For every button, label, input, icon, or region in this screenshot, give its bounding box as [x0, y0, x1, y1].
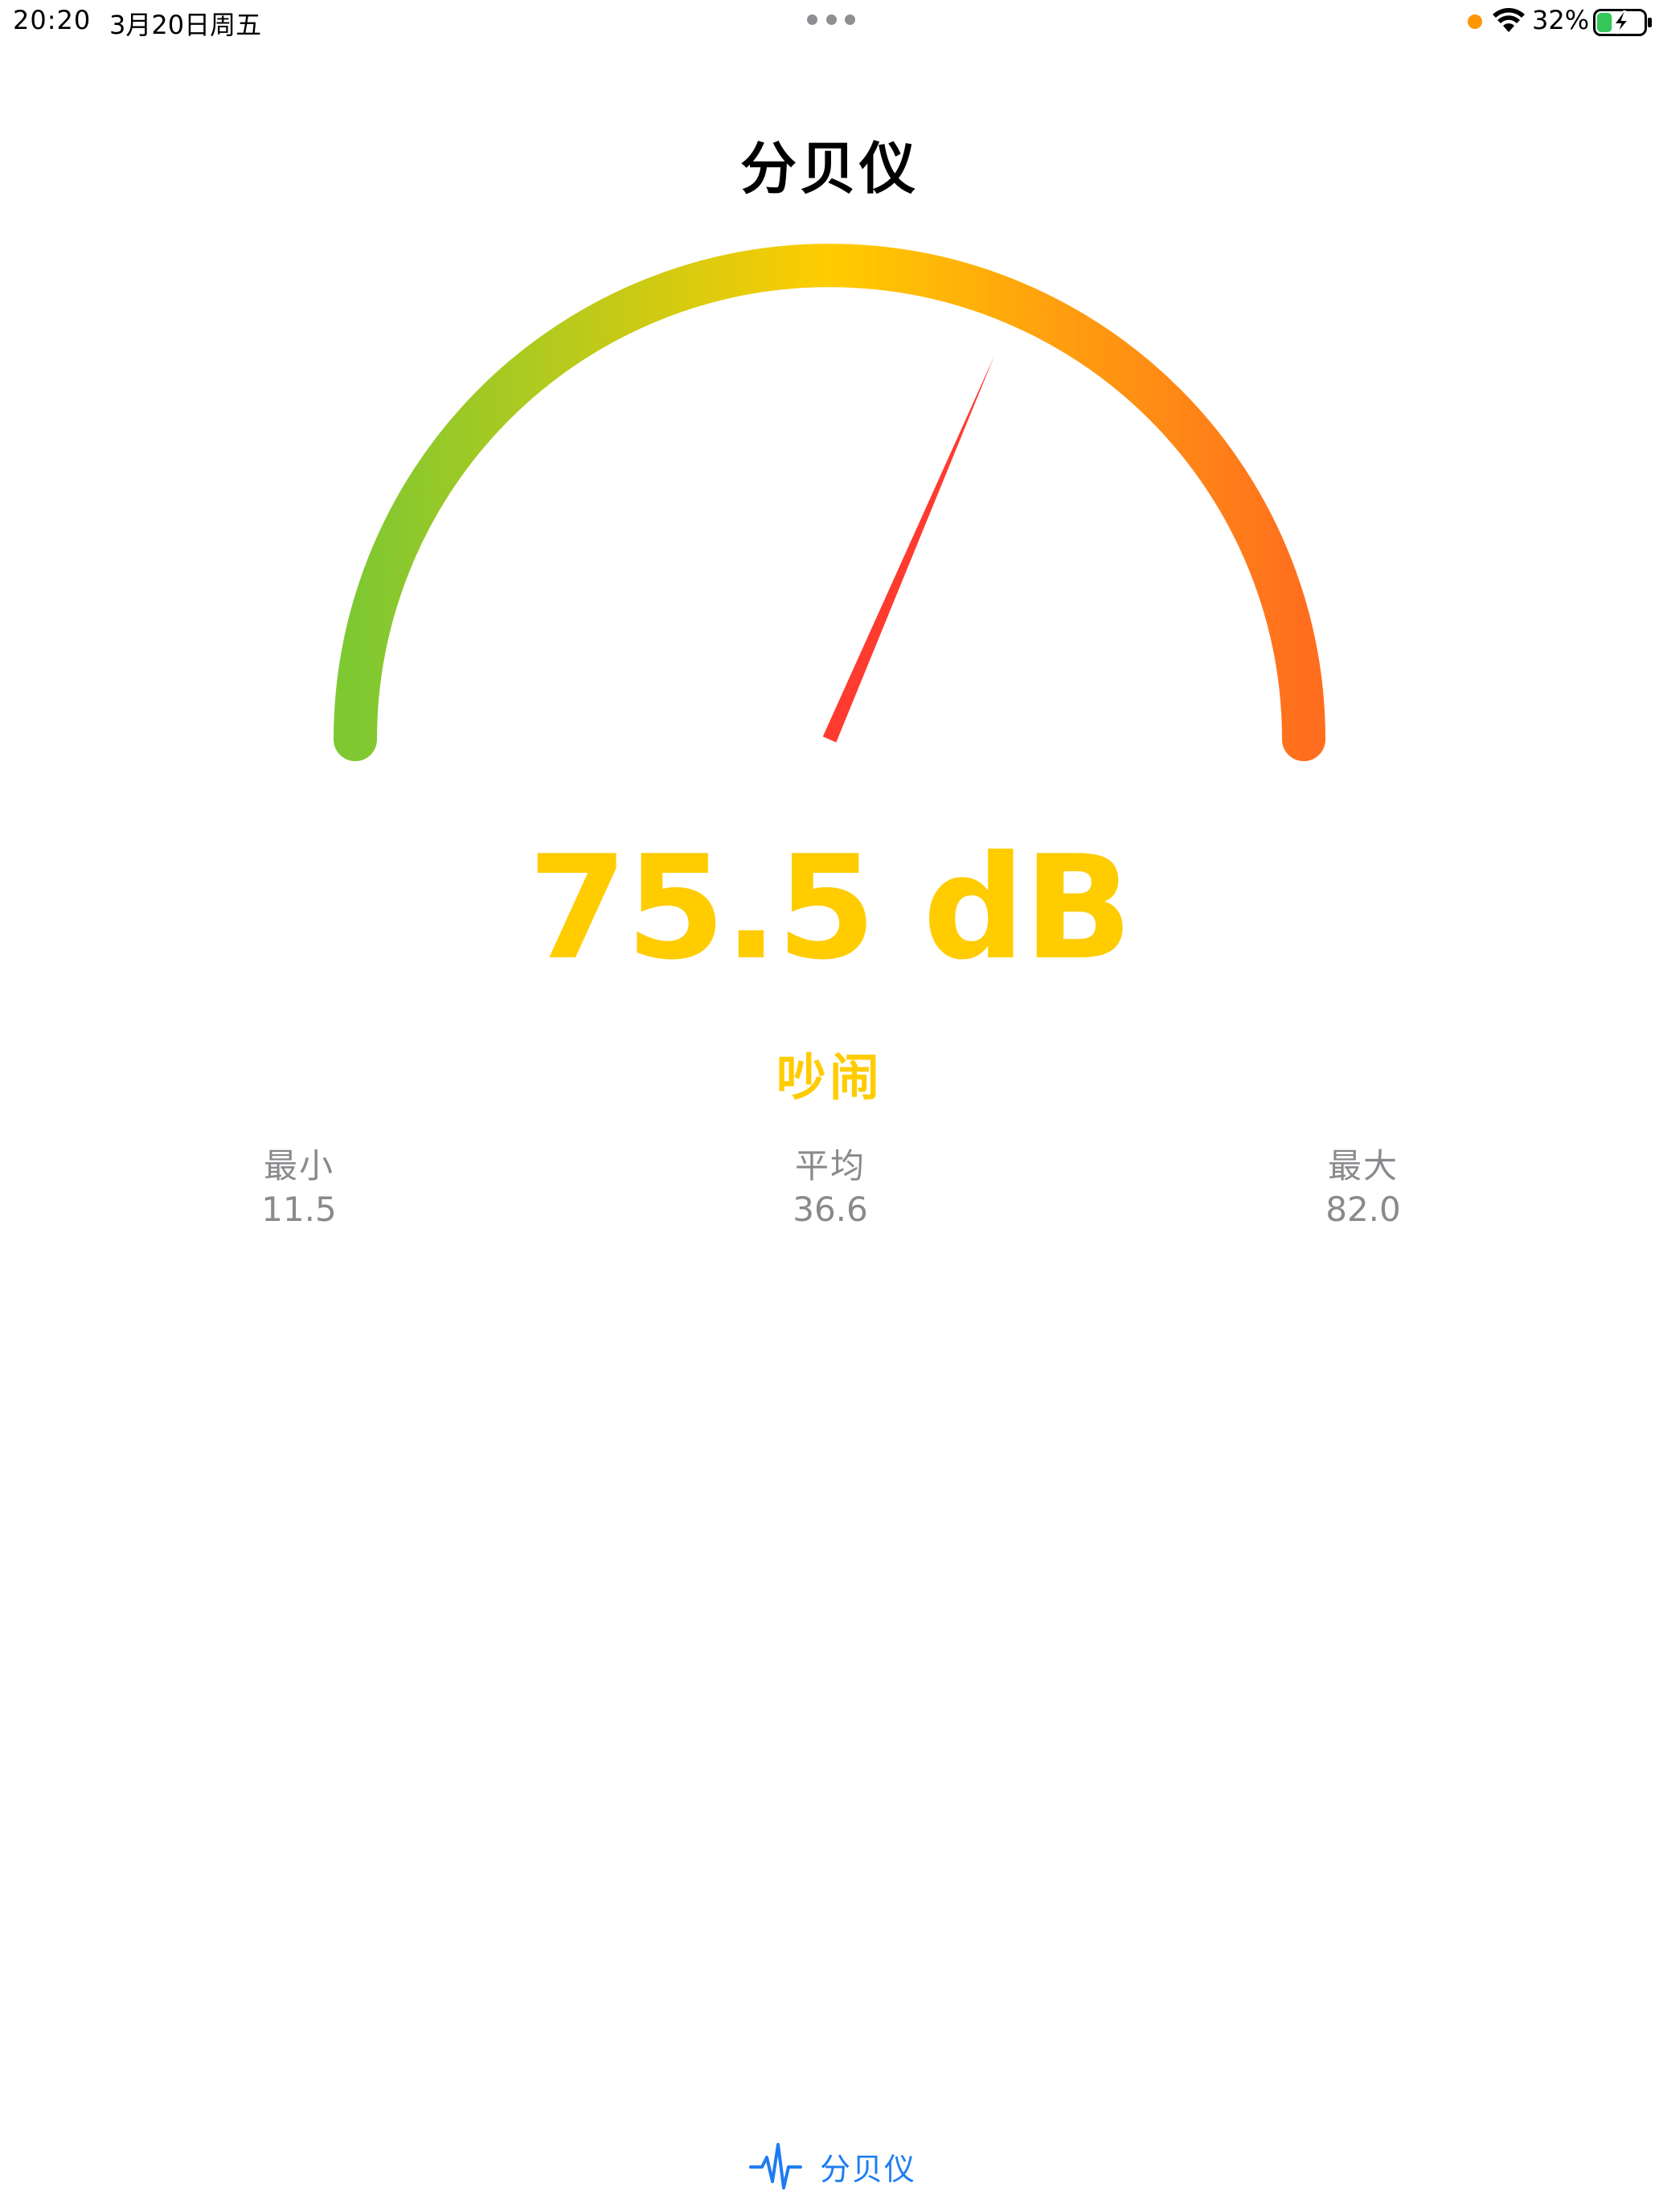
stat-average-value: 36.6: [793, 1190, 868, 1229]
tab-decibel-meter-label: 分贝仪: [820, 2151, 917, 2187]
stat-min-value: 11.5: [261, 1190, 337, 1229]
stat-average-label: 平均: [794, 1146, 866, 1186]
decibel-gauge: [334, 244, 1325, 761]
stat-max-label: 最大: [1327, 1146, 1399, 1186]
privacy-indicator-dot: [1468, 14, 1482, 29]
wifi-icon: [1493, 8, 1525, 32]
waveform-icon: [749, 2143, 802, 2189]
page-title: 分贝仪: [740, 136, 919, 202]
status-bar: 20:20 3月20日周五 32%: [0, 0, 1659, 45]
stat-average: 平均 36.6: [710, 1145, 951, 1231]
battery-charging-icon: [1593, 9, 1652, 36]
battery-percent: 32%: [1532, 5, 1590, 35]
tab-decibel-meter[interactable]: 分贝仪: [749, 2138, 916, 2194]
status-time: 20:20: [13, 5, 92, 35]
noise-level-label: 吵闹: [776, 1048, 883, 1107]
stat-max-value: 82.0: [1325, 1190, 1401, 1229]
tab-bar: 分贝仪: [0, 2130, 1659, 2202]
gauge-needle: [822, 355, 995, 743]
stat-min-label: 最小: [263, 1146, 334, 1186]
status-date: 3月20日周五: [109, 10, 262, 40]
multitasking-dots-icon[interactable]: [807, 14, 855, 26]
decibel-reading: 75.5 dB: [527, 825, 1133, 991]
stat-min: 最小 11.5: [178, 1145, 420, 1231]
gauge-arc: [334, 244, 1325, 761]
stat-max: 最大 82.0: [1243, 1145, 1484, 1231]
